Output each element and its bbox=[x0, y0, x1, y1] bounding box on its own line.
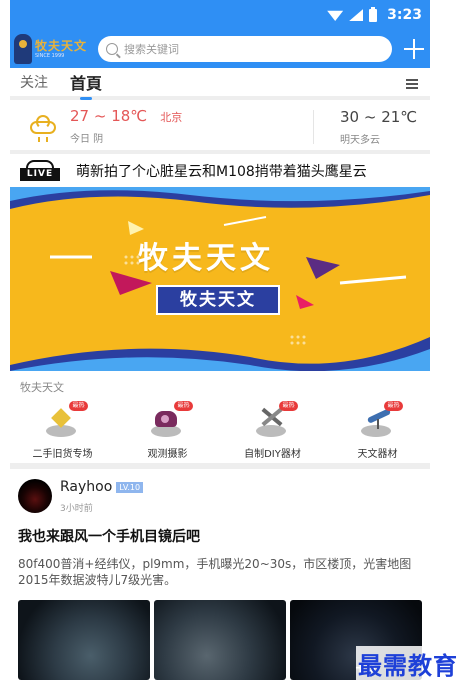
menu-icon[interactable] bbox=[406, 79, 418, 89]
today-temperature: 27 ~ 18℃ bbox=[70, 106, 148, 125]
category-photography[interactable]: 最热 观测摄影 bbox=[115, 397, 220, 463]
signal-icon bbox=[349, 9, 364, 21]
hot-badge: 最热 bbox=[279, 401, 298, 411]
status-time: 3:23 bbox=[387, 7, 422, 23]
app-screen: 3:23 牧夫天文 SINCE 1999 关注 首頁 27 ~ 18℃ 北京 bbox=[10, 0, 430, 693]
post-time: 3小时前 bbox=[60, 504, 93, 514]
avatar[interactable] bbox=[18, 479, 52, 513]
wifi-icon bbox=[327, 10, 344, 21]
category-secondhand[interactable]: 最热 二手旧货专场 bbox=[10, 397, 115, 463]
status-bar: 3:23 bbox=[10, 0, 430, 30]
section-label: 牧夫天文 bbox=[20, 381, 64, 394]
hot-badge: 最热 bbox=[174, 401, 193, 411]
app-logo[interactable]: 牧夫天文 SINCE 1999 bbox=[14, 32, 90, 66]
post-photo[interactable] bbox=[154, 600, 286, 680]
telescope-icon: 最热 bbox=[355, 401, 403, 441]
tomorrow-temperature: 30 ~ 21℃ bbox=[340, 108, 418, 126]
hot-badge: 最热 bbox=[384, 401, 403, 411]
hot-badge: 最热 bbox=[69, 401, 88, 411]
post-photo[interactable] bbox=[18, 600, 150, 680]
tab-follow[interactable]: 关注 bbox=[20, 72, 48, 92]
search-input[interactable] bbox=[124, 42, 324, 56]
tab-bar: 关注 首頁 bbox=[10, 68, 430, 100]
weather-widget[interactable]: 27 ~ 18℃ 北京 今日 阴 30 ~ 21℃ 明天多云 bbox=[10, 100, 430, 154]
tab-home[interactable]: 首頁 bbox=[70, 70, 102, 100]
promo-banner[interactable]: 牧夫天文 牧夫天文 bbox=[10, 187, 430, 371]
logo-text: 牧夫天文 bbox=[35, 38, 88, 53]
tools-icon: 最热 bbox=[250, 401, 298, 441]
banner-title: 牧夫天文 bbox=[138, 241, 274, 276]
logo-subtext: SINCE 1999 bbox=[35, 52, 65, 59]
battery-icon bbox=[369, 6, 378, 22]
cloud-rain-icon bbox=[30, 115, 58, 142]
tomorrow-weather-desc: 明天多云 bbox=[340, 135, 380, 146]
camera-icon: 最热 bbox=[145, 401, 193, 441]
search-bar[interactable] bbox=[98, 36, 392, 62]
weather-city: 北京 bbox=[160, 110, 183, 124]
weather-divider bbox=[313, 110, 314, 144]
banner-graphic bbox=[10, 187, 430, 371]
logo-mark-icon bbox=[14, 34, 32, 64]
app-header: 牧夫天文 SINCE 1999 bbox=[10, 30, 430, 68]
add-icon[interactable] bbox=[404, 39, 424, 59]
category-row: 最热 二手旧货专场 最热 观测摄影 最热 自制DIY器材 最热 天文器材 bbox=[10, 397, 430, 469]
category-label: 自制DIY器材 bbox=[244, 449, 301, 460]
trade-icon: 最热 bbox=[40, 401, 88, 441]
banner-subtitle: 牧夫天文 bbox=[156, 285, 280, 315]
live-headline[interactable]: LIVE 萌新拍了个心脏星云和M108捎带着猫头鹰星云 bbox=[10, 154, 430, 187]
category-label: 观测摄影 bbox=[147, 449, 188, 460]
category-diy[interactable]: 最热 自制DIY器材 bbox=[220, 397, 325, 463]
live-badge-label: LIVE bbox=[20, 167, 60, 181]
search-icon bbox=[106, 43, 118, 55]
post-title: 我也来跟风一个手机目镜后吧 bbox=[18, 529, 200, 545]
live-title: 萌新拍了个心脏星云和M108捎带着猫头鹰星云 bbox=[76, 163, 367, 180]
watermark-text: 最需教育 bbox=[356, 646, 460, 681]
category-label: 天文器材 bbox=[357, 449, 398, 460]
live-icon: LIVE bbox=[20, 159, 60, 182]
category-equipment[interactable]: 最热 天文器材 bbox=[325, 397, 430, 463]
today-weather-desc: 今日 阴 bbox=[70, 133, 104, 145]
category-label: 二手旧货专场 bbox=[32, 449, 93, 460]
level-badge: LV.10 bbox=[116, 481, 144, 493]
post-body: 80f400普消+经纬仪，pl9mm，手机曝光20~30s，市区楼顶，光害地图2… bbox=[18, 557, 412, 587]
post-username[interactable]: Rayhoo bbox=[60, 479, 112, 495]
